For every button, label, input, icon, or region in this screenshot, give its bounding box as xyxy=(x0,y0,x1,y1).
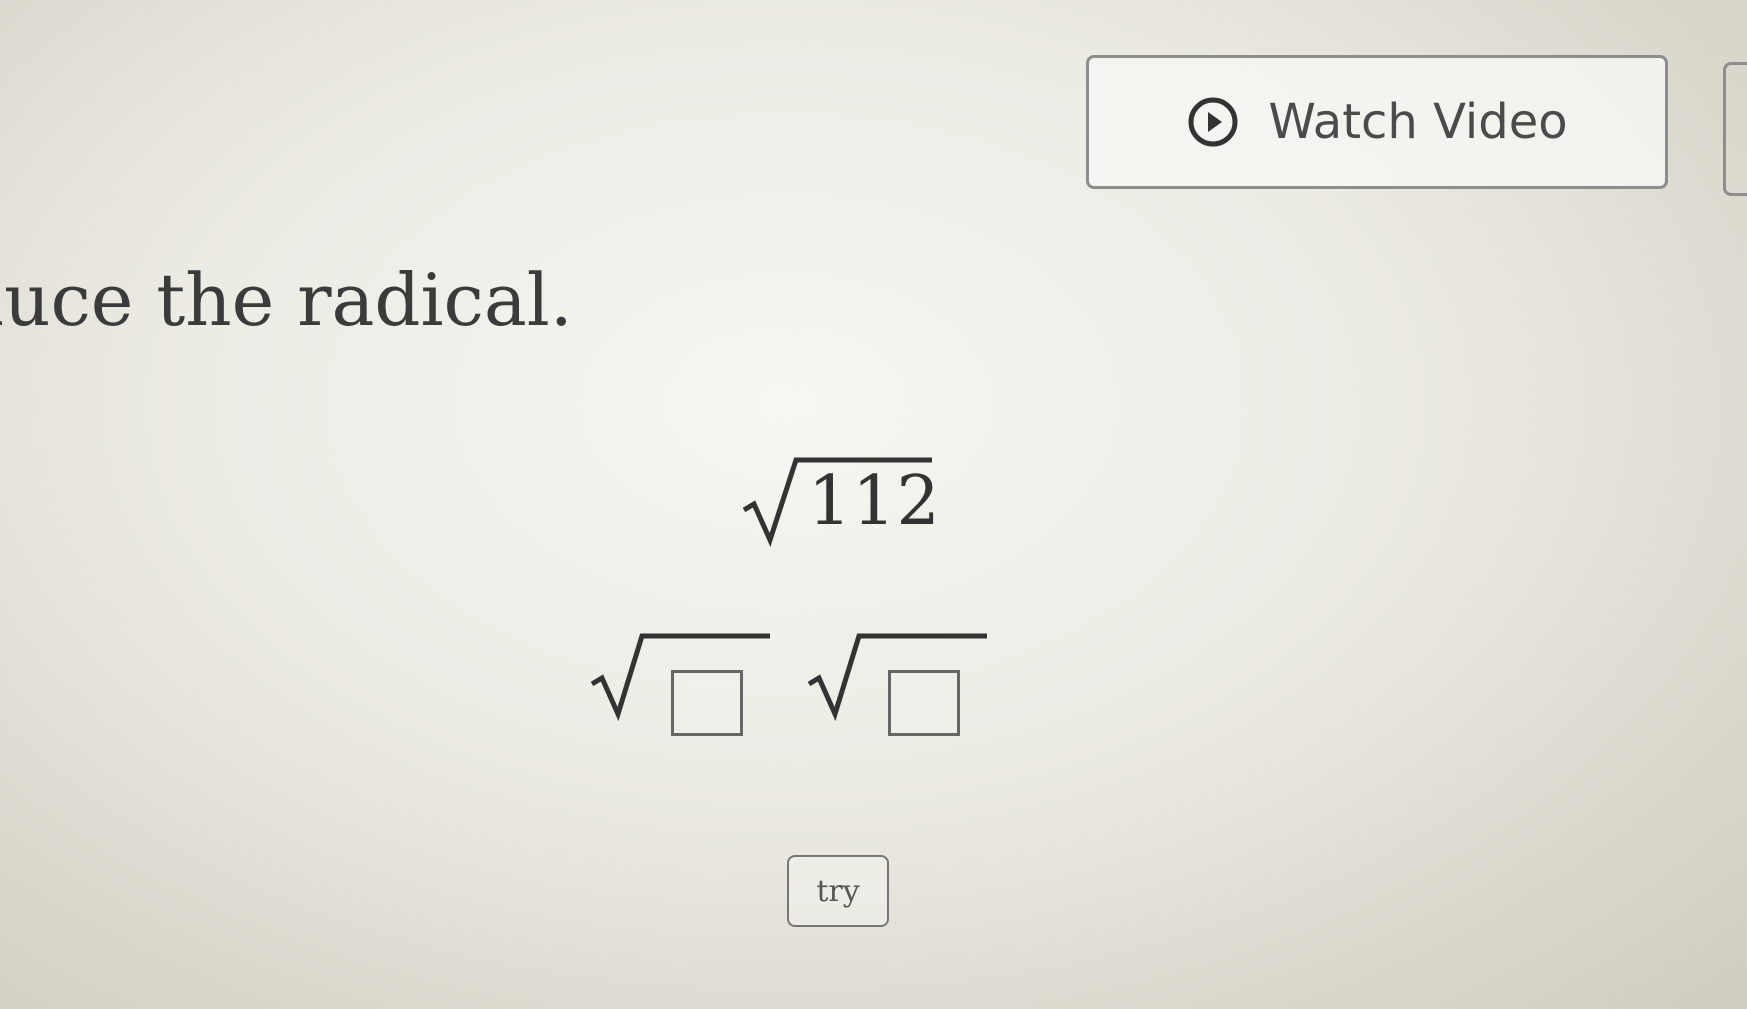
next-button-partial[interactable] xyxy=(1723,62,1747,196)
answer-input-1[interactable] xyxy=(671,670,743,736)
watch-video-button[interactable]: Watch Video xyxy=(1086,55,1668,189)
answer-radical-2 xyxy=(805,628,1015,738)
problem-prompt: duce the radical. xyxy=(0,258,573,342)
answer-radical-1 xyxy=(588,628,798,738)
radical-expression: 112 xyxy=(740,452,940,552)
play-circle-icon xyxy=(1188,97,1238,147)
answer-input-2[interactable] xyxy=(888,670,960,736)
watch-video-label: Watch Video xyxy=(1268,94,1568,150)
radicand: 112 xyxy=(808,462,941,541)
try-button[interactable]: try xyxy=(787,855,889,927)
